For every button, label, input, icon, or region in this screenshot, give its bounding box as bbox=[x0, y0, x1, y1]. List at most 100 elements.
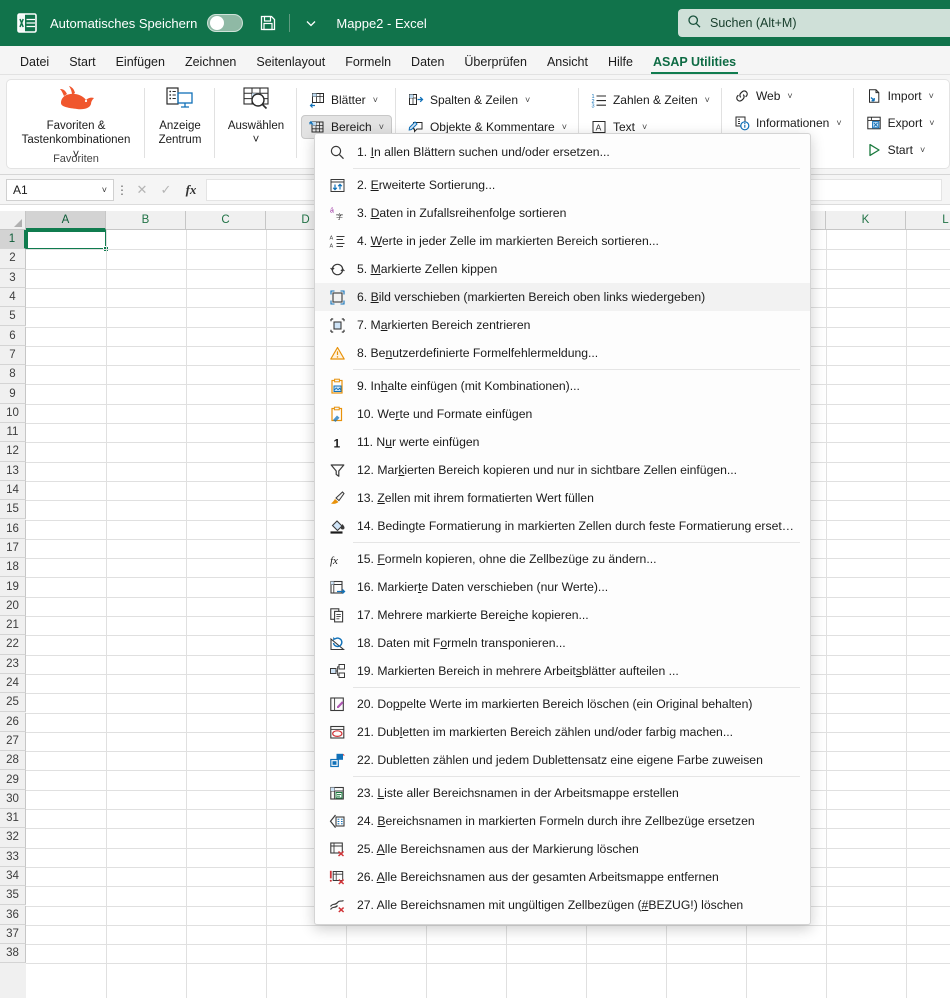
row-header-25[interactable]: 25 bbox=[0, 693, 26, 713]
row-header-13[interactable]: 13 bbox=[0, 461, 26, 481]
menu-item-21[interactable]: 21. Dubletten im markierten Bereich zähl… bbox=[315, 718, 810, 746]
autosave-toggle[interactable] bbox=[207, 14, 244, 32]
row-header-14[interactable]: 14 bbox=[0, 480, 26, 501]
row-header-2[interactable]: 2 bbox=[0, 249, 26, 269]
row-header-7[interactable]: 7 bbox=[0, 345, 26, 366]
ribbon-button-bl-tter[interactable]: Blätter ˅ bbox=[301, 88, 392, 112]
chevron-down-icon[interactable] bbox=[298, 10, 324, 36]
menu-item-2[interactable]: 2. Erweiterte Sortierung... bbox=[315, 171, 810, 199]
column-header-C[interactable]: C bbox=[186, 211, 266, 230]
insert-function-icon[interactable]: fx bbox=[178, 182, 204, 198]
row-header-21[interactable]: 21 bbox=[0, 616, 26, 636]
menu-item-17[interactable]: 17. Mehrere markierte Bereiche kopieren.… bbox=[315, 601, 810, 629]
select-button[interactable]: Auswählen ˅ bbox=[219, 80, 293, 148]
menu-item-25[interactable]: 25. Alle Bereichsnamen aus der Markierun… bbox=[315, 835, 810, 863]
menu-item-15[interactable]: fx 15. Formeln kopieren, ohne die Zellbez… bbox=[315, 545, 810, 573]
row-header-15[interactable]: 15 bbox=[0, 500, 26, 520]
menu-item-23[interactable]: 23. Liste aller Bereichsnamen in der Arb… bbox=[315, 779, 810, 807]
tab-formeln[interactable]: Formeln bbox=[335, 51, 401, 74]
cancel-icon[interactable]: ✕ bbox=[130, 182, 154, 198]
row-header-36[interactable]: 36 bbox=[0, 905, 26, 925]
menu-item-1[interactable]: 1. In allen Blättern suchen und/oder ers… bbox=[315, 138, 810, 166]
select-all-corner[interactable] bbox=[0, 211, 26, 230]
confirm-icon[interactable]: ✓ bbox=[154, 182, 178, 198]
ribbon-button-spalten-zeilen[interactable]: Spalten & Zeilen ˅ bbox=[400, 88, 575, 112]
ribbon-button-start[interactable]: Start ˅ bbox=[858, 138, 943, 162]
name-box[interactable]: A1 ˅ bbox=[6, 178, 114, 201]
menu-item-24[interactable]: 24. Bereichsnamen in markierten Formeln … bbox=[315, 807, 810, 835]
menu-item-9[interactable]: 9. Inhalte einfügen (mit Kombinationen).… bbox=[315, 372, 810, 400]
row-header-9[interactable]: 9 bbox=[0, 384, 26, 404]
row-header-5[interactable]: 5 bbox=[0, 307, 26, 327]
tab-datei[interactable]: Datei bbox=[10, 51, 59, 74]
row-header-35[interactable]: 35 bbox=[0, 886, 26, 906]
menu-item-7[interactable]: 7. Markierten Bereich zentrieren bbox=[315, 311, 810, 339]
bereich-dropdown-menu[interactable]: 1. In allen Blättern suchen und/oder ers… bbox=[314, 133, 811, 925]
row-header-19[interactable]: 19 bbox=[0, 577, 26, 597]
tab-hilfe[interactable]: Hilfe bbox=[598, 51, 643, 74]
tab--berpr-fen[interactable]: Überprüfen bbox=[454, 51, 537, 74]
menu-item-10[interactable]: 10. Werte und Formate einfügen bbox=[315, 400, 810, 428]
tab-asap-utilities[interactable]: ASAP Utilities bbox=[643, 51, 746, 74]
menu-item-4[interactable]: A A 4. Werte in jeder Zelle im markierten … bbox=[315, 227, 810, 255]
save-icon[interactable] bbox=[255, 10, 281, 36]
menu-item-3[interactable]: á 字 3. Daten in Zufallsreihenfolge sortier… bbox=[315, 199, 810, 227]
tab-zeichnen[interactable]: Zeichnen bbox=[175, 51, 246, 74]
row-header-6[interactable]: 6 bbox=[0, 326, 26, 346]
row-header-4[interactable]: 4 bbox=[0, 287, 26, 308]
menu-item-13[interactable]: 13. Zellen mit ihrem formatierten Wert f… bbox=[315, 484, 810, 512]
row-header-34[interactable]: 34 bbox=[0, 866, 26, 887]
menu-item-5[interactable]: 5. Markierte Zellen kippen bbox=[315, 255, 810, 283]
row-header-11[interactable]: 11 bbox=[0, 423, 26, 443]
active-cell-a1[interactable] bbox=[26, 230, 109, 253]
column-header-K[interactable]: K bbox=[826, 211, 906, 230]
row-header-17[interactable]: 17 bbox=[0, 538, 26, 559]
row-header-27[interactable]: 27 bbox=[0, 731, 26, 752]
row-header-28[interactable]: 28 bbox=[0, 751, 26, 771]
row-header-23[interactable]: 23 bbox=[0, 654, 26, 674]
tab-daten[interactable]: Daten bbox=[401, 51, 454, 74]
ribbon-button-web[interactable]: Web ˅ bbox=[726, 84, 850, 108]
tab-seitenlayout[interactable]: Seitenlayout bbox=[246, 51, 335, 74]
menu-item-27[interactable]: 27. Alle Bereichsnamen mit ungültigen Ze… bbox=[315, 891, 810, 919]
row-header-20[interactable]: 20 bbox=[0, 596, 26, 616]
tab-einf-gen[interactable]: Einfügen bbox=[106, 51, 175, 74]
search-input[interactable]: Suchen (Alt+M) bbox=[678, 9, 950, 37]
row-header-16[interactable]: 16 bbox=[0, 519, 26, 539]
menu-item-11[interactable]: 1 11. Nur werte einfügen bbox=[315, 428, 810, 456]
row-header-38[interactable]: 38 bbox=[0, 944, 26, 964]
row-header-24[interactable]: 24 bbox=[0, 673, 26, 694]
row-header-29[interactable]: 29 bbox=[0, 770, 26, 790]
row-header-31[interactable]: 31 bbox=[0, 809, 26, 829]
menu-item-26[interactable]: 26. Alle Bereichsnamen aus der gesamten … bbox=[315, 863, 810, 891]
ribbon-button-informationen[interactable]: Informationen ˅ bbox=[726, 111, 850, 135]
column-header-B[interactable]: B bbox=[106, 211, 186, 230]
column-header-A[interactable]: A bbox=[26, 211, 106, 230]
row-header-1[interactable]: 1 bbox=[0, 230, 26, 250]
row-header-33[interactable]: 33 bbox=[0, 847, 26, 867]
tab-ansicht[interactable]: Ansicht bbox=[537, 51, 598, 74]
row-header-30[interactable]: 30 bbox=[0, 789, 26, 809]
row-header-32[interactable]: 32 bbox=[0, 828, 26, 848]
menu-item-14[interactable]: 14. Bedingte Formatierung in markierten … bbox=[315, 512, 810, 540]
menu-item-6[interactable]: 6. Bild verschieben (markierten Bereich … bbox=[315, 283, 810, 311]
menu-item-8[interactable]: 8. Benutzerdefinierte Formelfehlermeldun… bbox=[315, 339, 810, 367]
ribbon-button-import[interactable]: Import ˅ bbox=[858, 84, 943, 108]
menu-item-20[interactable]: 20. Doppelte Werte im markierten Bereich… bbox=[315, 690, 810, 718]
tab-start[interactable]: Start bbox=[59, 51, 105, 74]
row-header-3[interactable]: 3 bbox=[0, 268, 26, 288]
favorites-shortcuts-button[interactable]: Favoriten & Tastenkombinationen ˅ bbox=[11, 80, 141, 162]
menu-item-19[interactable]: 19. Markierten Bereich in mehrere Arbeit… bbox=[315, 657, 810, 685]
row-header-18[interactable]: 18 bbox=[0, 558, 26, 578]
ribbon-button-zahlen-zeiten[interactable]: 1 2 3 Zahlen & Zeiten ˅ bbox=[583, 88, 718, 112]
row-header-10[interactable]: 10 bbox=[0, 403, 26, 423]
column-header-L[interactable]: L bbox=[906, 211, 950, 230]
menu-item-22[interactable]: 22. Dubletten zählen und jedem Dubletten… bbox=[315, 746, 810, 774]
menu-item-18[interactable]: 18. Daten mit Formeln transponieren... bbox=[315, 629, 810, 657]
row-header-37[interactable]: 37 bbox=[0, 924, 26, 945]
menu-item-12[interactable]: 12. Markierten Bereich kopieren und nur … bbox=[315, 456, 810, 484]
row-header-26[interactable]: 26 bbox=[0, 712, 26, 732]
menu-item-16[interactable]: 16. Markierte Daten verschieben (nur Wer… bbox=[315, 573, 810, 601]
ribbon-button-export[interactable]: Export ˅ bbox=[858, 111, 943, 135]
display-center-button[interactable]: Anzeige Zentrum bbox=[149, 80, 211, 148]
